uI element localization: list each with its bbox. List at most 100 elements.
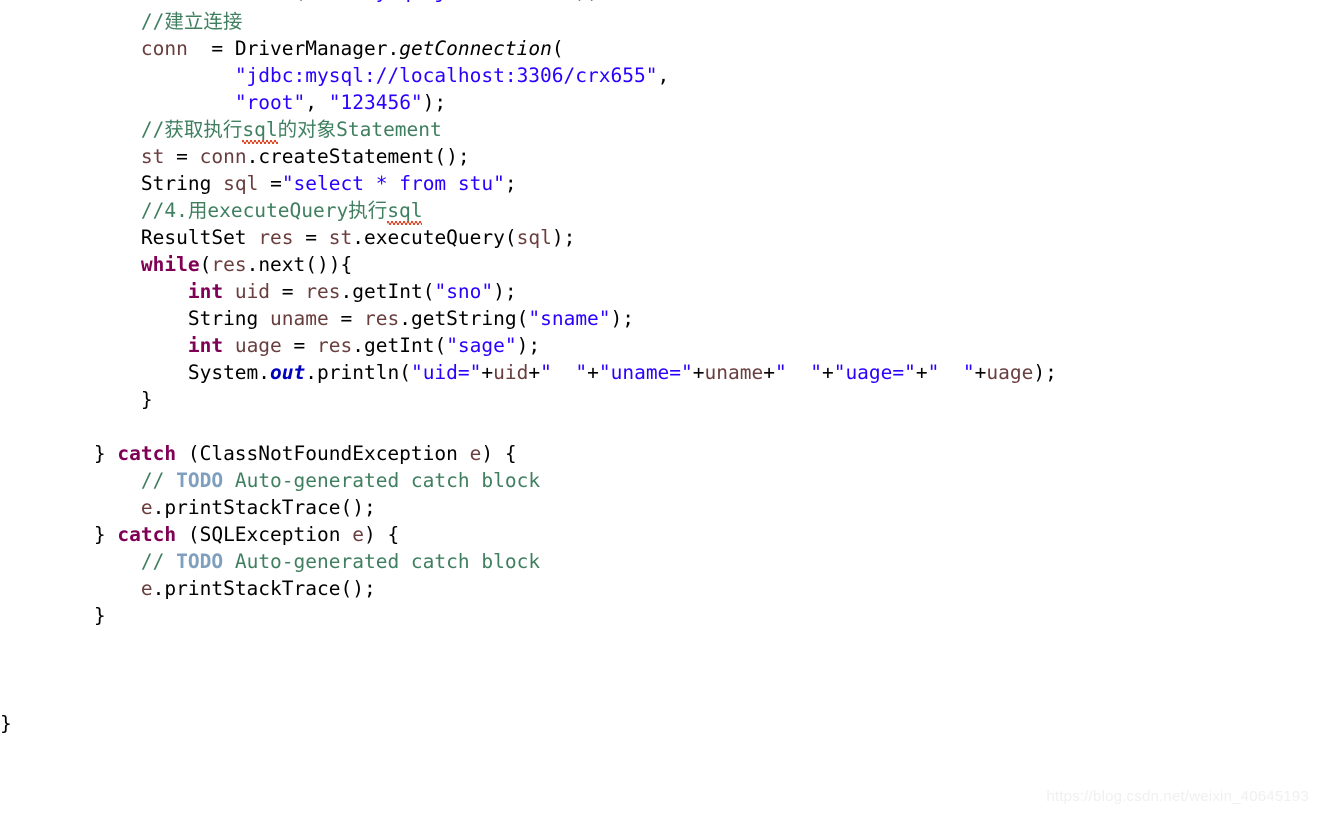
code-token-plain: ) {: [481, 442, 517, 465]
code-token-string: "select * from stu": [281, 172, 505, 195]
code-token-plain: Class.forName(: [141, 0, 305, 3]
code-line[interactable]: "jdbc:mysql://localhost:3306/crx655",: [0, 62, 1319, 89]
code-token-plain: }: [93, 604, 106, 627]
code-line[interactable]: // TODO Auto-generated catch block: [0, 467, 1319, 494]
code-token-keyword: catch: [117, 523, 177, 546]
code-token-plain: +: [821, 361, 834, 384]
code-line[interactable]: int uid = res.getInt("sno");: [0, 278, 1319, 305]
code-token-local: uname: [704, 361, 764, 384]
code-line[interactable]: //4.用executeQuery执行sql: [0, 197, 1319, 225]
code-token-todo: TODO: [176, 469, 224, 492]
code-line[interactable]: String uname = res.getString("sname");: [0, 305, 1319, 332]
code-token-comment: //获取执行: [140, 118, 243, 141]
code-token-plain: (ClassNotFoundException: [176, 442, 470, 465]
code-token-plain: .getInt(: [340, 280, 435, 303]
code-token-local: sql: [516, 226, 552, 249]
code-line[interactable]: conn = DriverManager.getConnection(: [0, 35, 1319, 62]
code-token-string: "123456": [328, 91, 423, 114]
code-line[interactable]: // TODO Auto-generated catch block: [0, 548, 1319, 575]
code-token-string: "sname": [528, 307, 611, 330]
code-token-local: uage: [234, 334, 282, 357]
code-line[interactable]: System.out.println("uid="+uid+" "+"uname…: [0, 359, 1319, 386]
code-token-plain: =: [164, 145, 200, 168]
code-line[interactable]: }: [0, 602, 1319, 629]
code-token-string: " ": [774, 361, 822, 384]
code-line[interactable]: }: [0, 386, 1319, 413]
code-token-comment: //4.用executeQuery执行: [140, 199, 388, 222]
code-token-plain: ,: [657, 64, 670, 87]
code-token-plain: .executeQuery(: [352, 226, 517, 249]
code-line[interactable]: //建立连接: [0, 8, 1319, 35]
code-token-plain: .printStackTrace();: [152, 496, 376, 519]
code-token-plain: +: [528, 361, 541, 384]
csdn-watermark: https://blog.csdn.net/weixin_40645193: [1046, 788, 1309, 805]
code-token-plain: ResultSet: [140, 226, 247, 249]
code-token-plain: );: [551, 226, 576, 249]
code-line[interactable]: int uage = res.getInt("sage");: [0, 332, 1319, 359]
code-token-plain: }: [140, 388, 153, 411]
code-token-local: res: [305, 280, 341, 303]
code-token-comment: sql: [387, 199, 423, 222]
spellcheck-squiggle: sql: [387, 197, 423, 225]
code-token-plain: );: [422, 91, 447, 114]
code-line[interactable]: e.printStackTrace();: [0, 494, 1319, 521]
code-token-plain: +: [974, 361, 987, 384]
code-token-string: " ": [927, 361, 975, 384]
code-line[interactable]: String sql ="select * from stu";: [0, 170, 1319, 197]
code-token-string: "sage": [446, 334, 517, 357]
code-line[interactable]: }: [0, 710, 1319, 737]
code-token-plain: =: [187, 37, 235, 60]
code-token-plain: }: [93, 523, 118, 546]
code-token-plain: .getInt(: [352, 334, 447, 357]
code-line[interactable]: [0, 413, 1319, 440]
code-editor[interactable]: Class.forName("com.mysql.jdbc.Driver"); …: [0, 0, 1319, 813]
code-line[interactable]: } catch (SQLException e) {: [0, 521, 1319, 548]
code-token-plain: .printStackTrace();: [152, 577, 376, 600]
code-token-plain: .: [258, 361, 271, 384]
code-token-local: uname: [270, 307, 329, 330]
code-token-local: res: [258, 226, 294, 249]
code-token-keyword: int: [187, 280, 224, 303]
code-line[interactable]: while(res.next()){: [0, 251, 1319, 278]
code-token-plain: .next()){: [246, 253, 353, 276]
code-token-comment: sql: [242, 118, 278, 141]
code-token-plain: +: [692, 361, 705, 384]
code-line[interactable]: ResultSet res = st.executeQuery(sql);: [0, 224, 1319, 251]
code-token-local: uage: [986, 361, 1034, 384]
code-token-plain: );: [575, 0, 598, 3]
code-token-string: "sno": [434, 280, 494, 303]
code-token-todo: TODO: [176, 550, 224, 573]
code-line[interactable]: "root", "123456");: [0, 89, 1319, 116]
code-line[interactable]: st = conn.createStatement();: [0, 143, 1319, 170]
code-token-plain: String: [187, 307, 259, 330]
code-token-plain: );: [493, 280, 517, 303]
code-token-keyword: int: [187, 334, 224, 357]
code-line[interactable]: //获取执行sql的对象Statement: [0, 116, 1319, 144]
code-line[interactable]: } catch (ClassNotFoundException e) {: [0, 440, 1319, 467]
code-token-local: uid: [493, 361, 529, 384]
code-token-plain: =: [258, 172, 282, 195]
code-token-plain: .createStatement();: [246, 145, 470, 168]
code-token-plain: );: [610, 307, 635, 330]
code-token-plain: DriverManager: [234, 37, 388, 60]
code-line[interactable]: e.printStackTrace();: [0, 575, 1319, 602]
code-token-plain: .println(: [305, 361, 411, 384]
code-token-plain: }: [0, 712, 12, 735]
code-token-local: e: [140, 577, 153, 600]
